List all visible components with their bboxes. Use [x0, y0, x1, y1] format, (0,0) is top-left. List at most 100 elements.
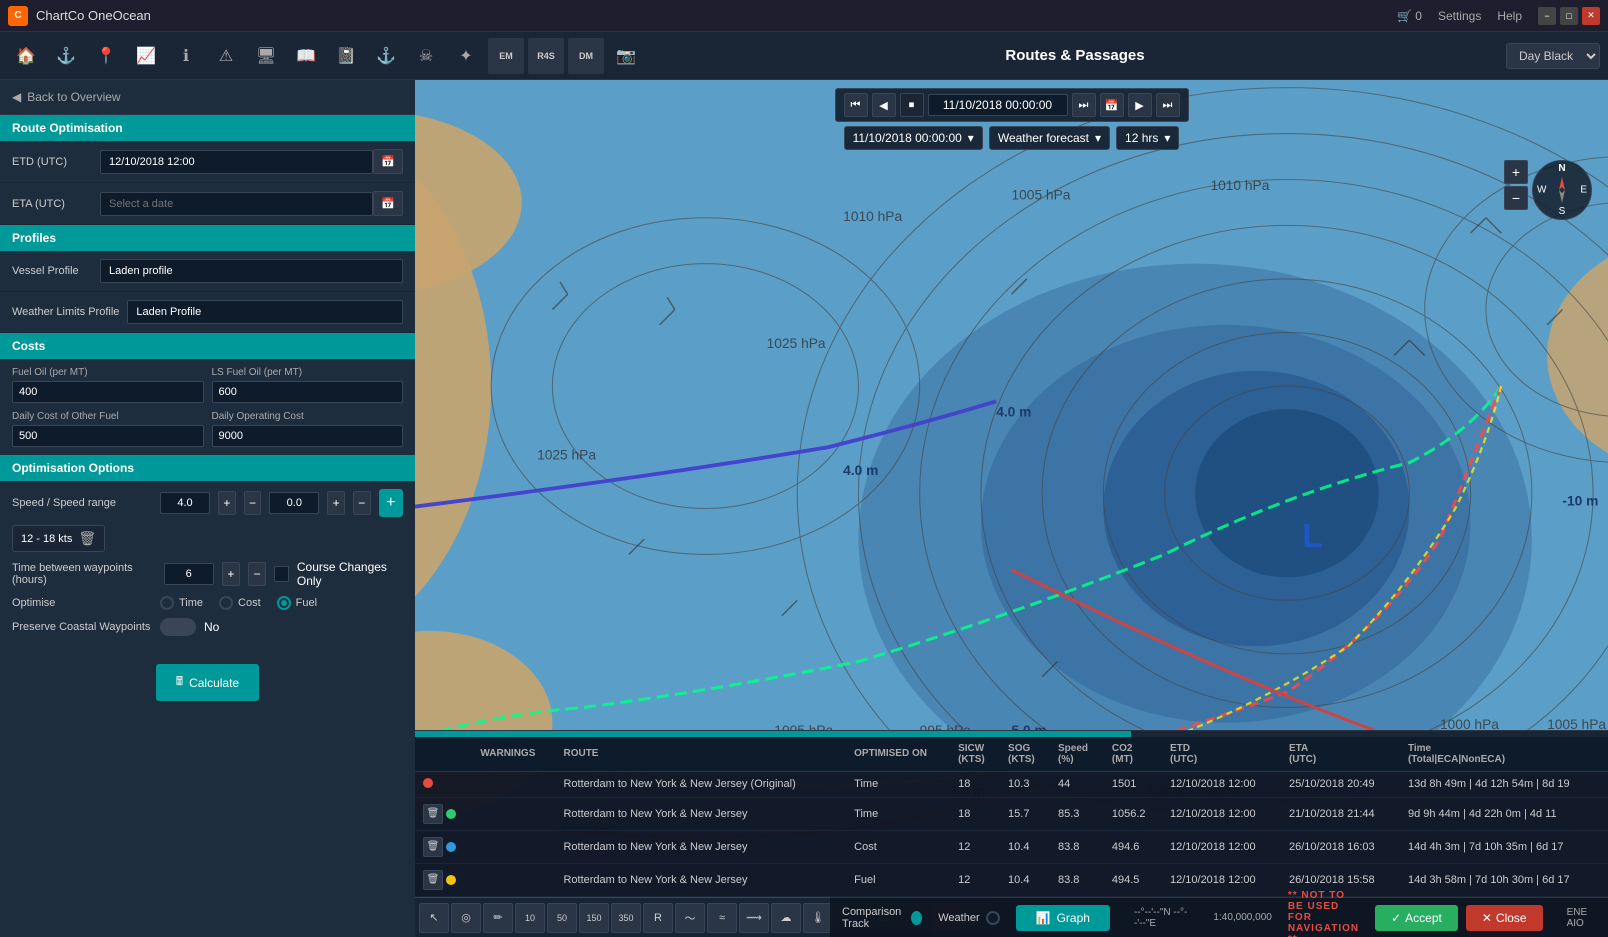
- row1-speed: 44: [1050, 771, 1104, 797]
- nav-info-icon[interactable]: ℹ: [168, 38, 204, 74]
- daily-op-input[interactable]: [212, 425, 404, 447]
- toolbar-current-button[interactable]: ⟿: [739, 903, 769, 933]
- nav-home-icon[interactable]: 🏠: [8, 38, 44, 74]
- waypoints-row: Time between waypoints (hours) + − Cours…: [12, 560, 403, 588]
- overlay-value: Weather forecast: [998, 131, 1089, 145]
- speed-min-minus-button[interactable]: −: [244, 491, 262, 515]
- close-button[interactable]: ✕ Close: [1466, 905, 1543, 931]
- daily-cost-input[interactable]: [12, 425, 204, 447]
- toolbar-zoom350-button[interactable]: 350: [611, 903, 641, 933]
- nav-anchor-icon[interactable]: ⚓: [48, 38, 84, 74]
- nav-pirate-icon[interactable]: ☠: [408, 38, 444, 74]
- playback-stop-button[interactable]: ⏹: [900, 93, 924, 117]
- toolbar-wind-button[interactable]: ≈: [707, 903, 737, 933]
- nav-book-icon[interactable]: 📖: [288, 38, 324, 74]
- nav-star-icon[interactable]: ✦: [448, 38, 484, 74]
- minimize-button[interactable]: −: [1538, 7, 1556, 25]
- playback-last-button[interactable]: ⏭: [1156, 93, 1180, 117]
- toolbar-zoom50-button[interactable]: 50: [547, 903, 577, 933]
- eta-input[interactable]: [100, 192, 373, 216]
- playback-play-button[interactable]: ▶: [1128, 93, 1152, 117]
- row4-delete-button[interactable]: 🗑: [423, 870, 443, 890]
- nav-anchor2-icon[interactable]: ⚓: [368, 38, 404, 74]
- settings-link[interactable]: Settings: [1438, 9, 1481, 23]
- ls-fuel-input[interactable]: [212, 381, 404, 403]
- speed-min-plus-button[interactable]: +: [218, 491, 236, 515]
- map-zoom-in-button[interactable]: +: [1504, 160, 1528, 184]
- maximize-button[interactable]: □: [1560, 7, 1578, 25]
- speed-max-minus-button[interactable]: −: [353, 491, 371, 515]
- speed-add-button[interactable]: +: [379, 489, 403, 517]
- toolbar-zoom150-button[interactable]: 150: [579, 903, 609, 933]
- course-changes-checkbox[interactable]: [274, 566, 289, 582]
- nav-camera-icon[interactable]: 📷: [608, 38, 644, 74]
- weather-limits-select[interactable]: Laden Profile: [127, 300, 403, 324]
- graph-button[interactable]: 📊 Graph: [1016, 905, 1110, 931]
- col-sog: SOG(KTS): [1000, 737, 1050, 772]
- help-link[interactable]: Help: [1497, 9, 1522, 23]
- row3-delete-button[interactable]: 🗑: [423, 837, 443, 857]
- footer-bar: Comparison Track Weather 📊 Graph --°--'-…: [830, 897, 1608, 937]
- map-container[interactable]: 1010 hPa 1005 hPa 1010 hPa 1025 hPa 1025…: [415, 80, 1608, 937]
- close-button[interactable]: ✕: [1582, 7, 1600, 25]
- optimise-time-option[interactable]: Time: [160, 596, 203, 610]
- weather-radio[interactable]: [986, 911, 1000, 925]
- toolbar-temp-button[interactable]: 🌡: [803, 903, 833, 933]
- waypoints-plus-button[interactable]: +: [222, 562, 240, 586]
- coastal-toggle[interactable]: [160, 618, 196, 636]
- toolbar-draw-button[interactable]: ✏: [483, 903, 513, 933]
- theme-selector[interactable]: Day Black Day White Night Dusk: [1506, 43, 1600, 69]
- date-from-select[interactable]: 11/10/2018 00:00:00 ▾: [844, 126, 983, 150]
- etd-input[interactable]: [100, 150, 373, 174]
- comparison-track-radio[interactable]: [911, 911, 922, 925]
- eta-calendar-button[interactable]: 📅: [373, 191, 403, 216]
- speed-max-plus-button[interactable]: +: [327, 491, 345, 515]
- compass-ring: N S E W: [1532, 160, 1592, 220]
- speed-min-input[interactable]: [160, 492, 210, 514]
- cost-radio-dot[interactable]: [219, 596, 233, 610]
- nav-nbook-icon[interactable]: 📓: [328, 38, 364, 74]
- toolbar-rain-button[interactable]: ☁: [771, 903, 801, 933]
- speed-max-input[interactable]: [269, 492, 319, 514]
- back-to-overview-button[interactable]: ◀ Back to Overview: [0, 80, 415, 115]
- calculate-button[interactable]: 🖩 Calculate: [156, 664, 259, 701]
- routes-table-header: WARNINGS ROUTE OPTIMISED ON SICW(KTS) SO…: [415, 737, 1608, 772]
- nav-em-icon[interactable]: EM: [488, 38, 524, 74]
- fuel-oil-input[interactable]: [12, 381, 204, 403]
- playback-calendar-button[interactable]: 📅: [1100, 93, 1124, 117]
- map-zoom-out-button[interactable]: −: [1504, 186, 1528, 210]
- fuel-radio-dot[interactable]: [277, 596, 291, 610]
- waypoints-input[interactable]: [164, 563, 214, 585]
- optimise-cost-option[interactable]: Cost: [219, 596, 261, 610]
- optimise-label: Optimise: [12, 597, 152, 609]
- nav-r4s-icon[interactable]: R4S: [528, 38, 564, 74]
- vessel-profile-select[interactable]: Laden profile: [100, 259, 403, 283]
- back-icon: ◀: [12, 90, 21, 104]
- nav-warn-icon[interactable]: ⚠: [208, 38, 244, 74]
- playback-prev-button[interactable]: ◀: [872, 93, 896, 117]
- playback-first-button[interactable]: ⏮: [844, 93, 868, 117]
- cart-icon[interactable]: 🛒 0: [1397, 9, 1422, 23]
- toolbar-zoom10-button[interactable]: 10: [515, 903, 545, 933]
- toolbar-route-button[interactable]: R: [643, 903, 673, 933]
- time-radio-dot[interactable]: [160, 596, 174, 610]
- etd-calendar-button[interactable]: 📅: [373, 149, 403, 174]
- overlay-select[interactable]: Weather forecast ▾: [989, 126, 1110, 150]
- nav-display-icon[interactable]: 🖥: [248, 38, 284, 74]
- interval-select[interactable]: 12 hrs ▾: [1116, 126, 1179, 150]
- nav-route-icon[interactable]: 📍: [88, 38, 124, 74]
- waypoints-minus-button[interactable]: −: [248, 562, 266, 586]
- accept-button[interactable]: ✓ Accept: [1375, 905, 1458, 931]
- toolbar-select-button[interactable]: ◎: [451, 903, 481, 933]
- ls-fuel-item: LS Fuel Oil (per MT): [212, 367, 404, 403]
- toolbar-wave-button[interactable]: 〜: [675, 903, 705, 933]
- nav-chart-icon[interactable]: 📈: [128, 38, 164, 74]
- svg-text:4.0 m: 4.0 m: [996, 405, 1031, 420]
- speed-tag-remove-button[interactable]: 🗑: [78, 530, 96, 547]
- optimise-fuel-option[interactable]: Fuel: [277, 596, 317, 610]
- nav-dm-icon[interactable]: DM: [568, 38, 604, 74]
- toolbar-pointer-button[interactable]: ↖: [419, 903, 449, 933]
- row4-controls: 🗑: [415, 864, 472, 897]
- playback-next-button[interactable]: ⏭: [1072, 93, 1096, 117]
- row2-delete-button[interactable]: 🗑: [423, 804, 443, 824]
